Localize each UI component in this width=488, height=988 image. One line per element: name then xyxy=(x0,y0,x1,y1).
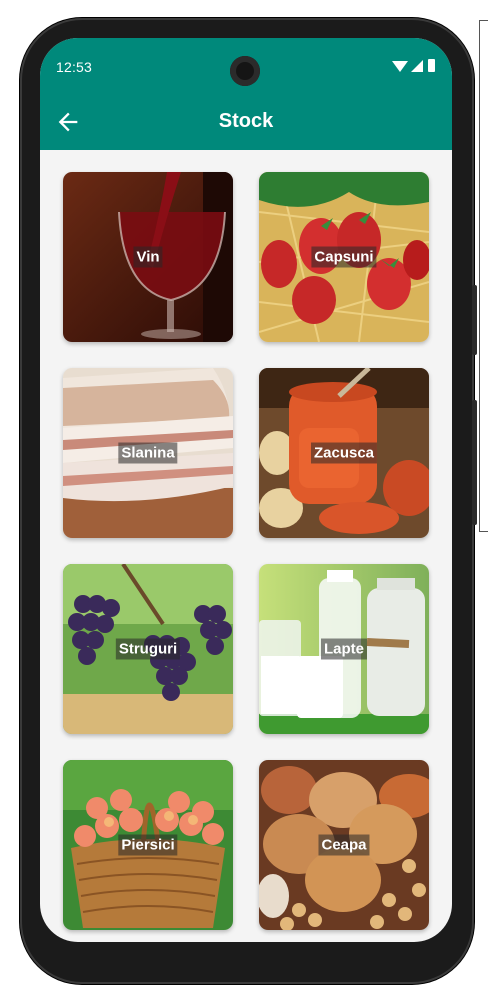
wifi-icon xyxy=(392,61,408,72)
volume-button xyxy=(472,400,477,525)
product-label: Zacusca xyxy=(310,442,378,464)
battery-icon xyxy=(428,59,435,72)
product-label: Capsuni xyxy=(311,246,377,268)
product-card-slanina[interactable]: Slanina xyxy=(63,368,233,538)
product-label: Lapte xyxy=(320,638,368,660)
status-time: 12:53 xyxy=(56,59,93,75)
status-icons xyxy=(378,59,438,75)
product-card-vin[interactable]: Vin xyxy=(63,172,233,342)
app-screen: 12:53 Stock Vin Capsuni Slanina Zacusca … xyxy=(40,38,452,942)
front-camera xyxy=(230,56,260,86)
product-card-struguri[interactable]: Struguri xyxy=(63,564,233,734)
product-grid: Vin Capsuni Slanina Zacusca Struguri Lap… xyxy=(40,150,452,942)
app-bar: 12:53 Stock xyxy=(40,38,452,150)
product-label: Struguri xyxy=(115,638,181,660)
product-card-zacusca[interactable]: Zacusca xyxy=(259,368,429,538)
signal-icon xyxy=(411,60,423,72)
side-panel-edge xyxy=(479,20,488,532)
product-card-ceapa[interactable]: Ceapa xyxy=(259,760,429,930)
product-label: Vin xyxy=(133,246,163,268)
product-card-capsuni[interactable]: Capsuni xyxy=(259,172,429,342)
product-label: Piersici xyxy=(118,834,178,856)
product-card-piersici[interactable]: Piersici xyxy=(63,760,233,930)
page-title: Stock xyxy=(218,110,274,132)
product-card-lapte[interactable]: Lapte xyxy=(259,564,429,734)
power-button xyxy=(472,285,477,355)
product-label: Ceapa xyxy=(318,834,370,856)
product-label: Slanina xyxy=(118,442,178,464)
